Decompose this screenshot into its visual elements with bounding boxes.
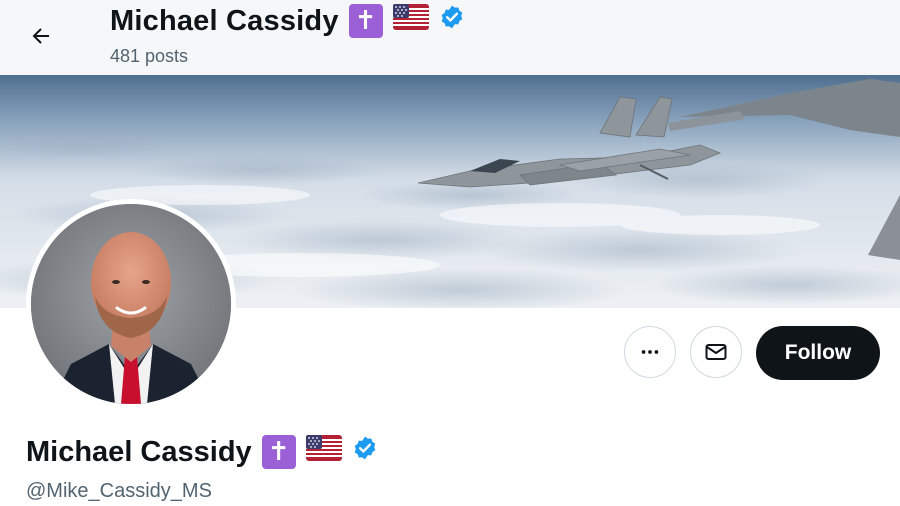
profile-handle: @Mike_Cassidy_MS xyxy=(26,480,212,502)
arrow-left-icon xyxy=(32,28,49,44)
us-flag-emoji-icon xyxy=(305,435,342,469)
avatar-photo xyxy=(31,204,231,404)
envelope-icon xyxy=(705,344,727,360)
posts-count: 481 posts xyxy=(110,46,189,66)
header-display-name: Michael Cassidy xyxy=(110,4,339,37)
profile-header-bar: Michael Cassidy ✝ 481 posts xyxy=(0,0,900,75)
latin-cross-emoji-icon: ✝ xyxy=(348,4,383,38)
profile-avatar[interactable] xyxy=(26,199,236,409)
message-button[interactable] xyxy=(690,326,742,378)
latin-cross-emoji-icon: ✝ xyxy=(261,435,296,469)
profile-display-name-row: Michael Cassidy ✝ xyxy=(26,435,378,469)
more-dots-icon xyxy=(641,350,659,354)
us-flag-emoji-icon xyxy=(392,4,429,38)
header-title: Michael Cassidy ✝ xyxy=(110,4,465,38)
back-button[interactable] xyxy=(22,17,60,55)
verified-badge-icon[interactable] xyxy=(352,435,378,469)
profile-display-name: Michael Cassidy xyxy=(26,435,252,468)
more-options-button[interactable] xyxy=(624,326,676,378)
follow-button[interactable]: Follow xyxy=(756,326,880,380)
verified-badge-icon[interactable] xyxy=(439,4,465,38)
